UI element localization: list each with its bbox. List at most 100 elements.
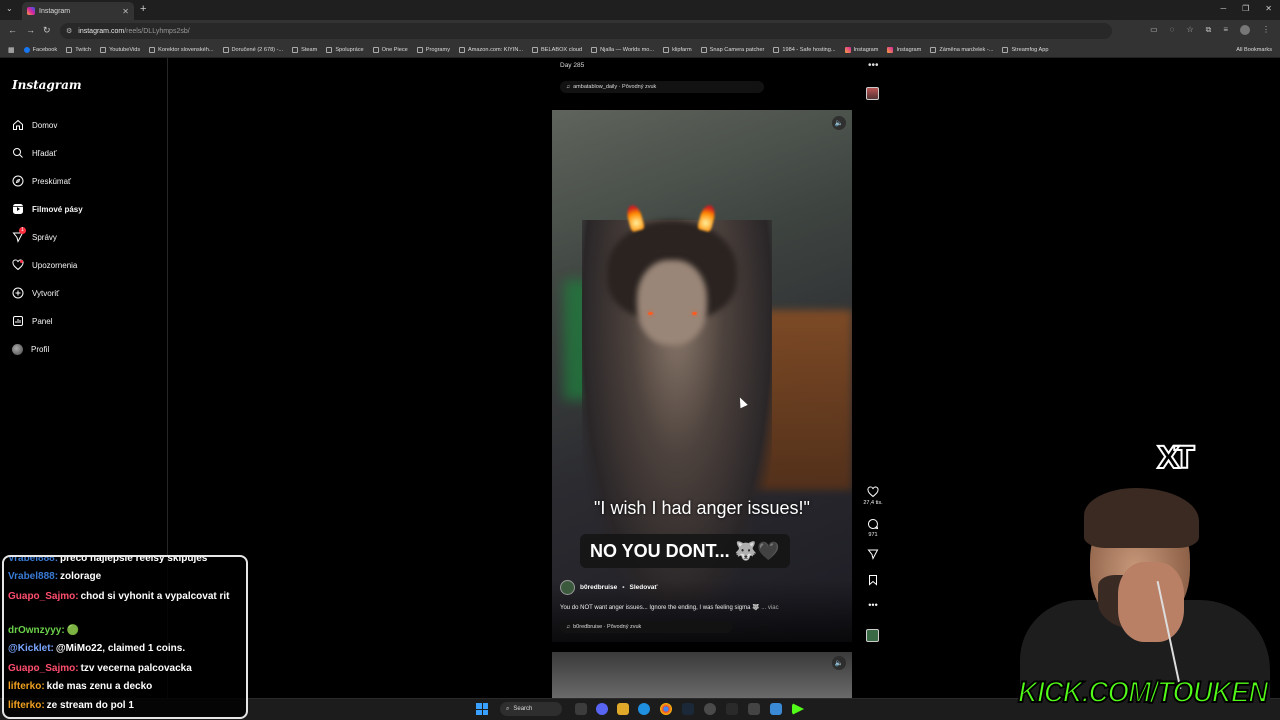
chat-message: lifterko: ze stream do pol 1 <box>8 700 134 711</box>
chat-username: Vrabel888: <box>8 571 59 582</box>
maximize-icon[interactable]: ❐ <box>1242 4 1249 13</box>
minimize-icon[interactable]: ─ <box>1220 4 1226 13</box>
bookmark-item[interactable]: One Piece <box>372 46 408 53</box>
star-icon[interactable]: ☆ <box>1186 25 1193 35</box>
browser-toolbar: ← → ↻ ⚙ instagram.com/reels/DLLyhmps2sb/… <box>0 20 1280 42</box>
reel-video[interactable]: 🔈 "I wish I had anger issues!" NO YOU DO… <box>552 110 852 642</box>
share-button[interactable] <box>858 548 888 562</box>
sidebar-item-home[interactable]: Domov <box>12 117 57 133</box>
compass-icon <box>12 175 24 187</box>
browser-tab-bar: ⌄ Instagram ✕ + ─ ❐ ✕ <box>0 0 1280 20</box>
file-explorer-icon[interactable] <box>617 703 629 715</box>
forward-icon[interactable]: → <box>26 25 35 35</box>
folder-icon <box>326 46 333 53</box>
app-icon[interactable] <box>748 703 760 715</box>
sidebar-item-profile[interactable]: Profil <box>12 341 49 357</box>
bookmark-item[interactable]: Spolupráce <box>326 46 364 53</box>
sidebar-item-explore[interactable]: Preskúmať <box>12 173 71 189</box>
url-path: /reels/DLLyhmps2sb/ <box>124 27 190 35</box>
author-avatar[interactable] <box>560 580 575 595</box>
previous-reel-audio[interactable]: ♫ ambatablow_daily · Pôvodný zvuk <box>560 81 764 93</box>
bookmark-item[interactable]: Facebook <box>23 46 57 53</box>
bookmark-item[interactable]: Korektor slovenskéh... <box>149 46 214 53</box>
save-button[interactable] <box>858 574 888 588</box>
chat-username: Guapo_Sajmo: <box>8 663 79 674</box>
bookmark-item[interactable]: Njalla — Worlds mo... <box>591 46 654 53</box>
task-view-icon[interactable] <box>575 703 587 715</box>
bookmark-item[interactable]: Doručené (2 678) -... <box>222 46 283 53</box>
obs-icon[interactable] <box>704 703 716 715</box>
bookmark-item[interactable]: Programy <box>416 46 450 53</box>
play-icon[interactable] <box>792 703 804 715</box>
reload-icon[interactable]: ↻ <box>43 25 51 36</box>
reel-description[interactable]: You do NOT want anger issues... Ignore t… <box>560 604 850 611</box>
folder-icon <box>66 46 73 53</box>
all-bookmarks[interactable]: All Bookmarks <box>1236 47 1272 53</box>
sidebar-item-create[interactable]: Vytvoriť <box>12 285 59 301</box>
address-bar[interactable]: ⚙ instagram.com/reels/DLLyhmps2sb/ <box>60 23 1112 39</box>
menu-icon[interactable]: ⋮ <box>1262 25 1270 35</box>
chat-username: drOwnzyyy: <box>8 625 65 636</box>
tab-search-icon[interactable]: ⌄ <box>6 4 13 13</box>
site-info-icon[interactable]: ⚙ <box>66 27 72 35</box>
follow-button[interactable]: Sledovať <box>630 584 658 591</box>
comment-button[interactable]: 971 <box>858 518 888 538</box>
discord-icon[interactable] <box>596 703 608 715</box>
more-link[interactable]: ... viac <box>761 605 778 611</box>
media-icon[interactable]: ≡ <box>1223 25 1228 35</box>
bookmark-item[interactable]: 1984 - Safe hosting... <box>773 46 836 53</box>
bookmark-item[interactable]: Snap Camera patcher <box>700 46 764 53</box>
more-icon[interactable]: ••• <box>858 600 888 610</box>
close-window-icon[interactable]: ✕ <box>1265 4 1272 13</box>
like-button[interactable]: 27,4 tis. <box>858 486 888 506</box>
instagram-logo[interactable]: Instagram <box>12 78 82 92</box>
steam-icon[interactable] <box>682 703 694 715</box>
sidebar-item-dashboard[interactable]: Panel <box>12 313 52 329</box>
bookmark-item[interactable]: Twitch <box>66 46 91 53</box>
volume-icon[interactable]: 🔈 <box>832 656 846 670</box>
browser-tab-instagram[interactable]: Instagram ✕ <box>22 2 134 20</box>
back-icon[interactable]: ← <box>8 25 17 35</box>
volume-icon[interactable]: 🔈 <box>832 116 846 130</box>
bookmark-item[interactable]: Steam <box>292 46 317 53</box>
bookmark-item[interactable]: Záměna manželek -... <box>930 46 993 53</box>
screen: ⌄ Instagram ✕ + ─ ❐ ✕ ← → ↻ ⚙ instagram.… <box>0 0 1280 720</box>
next-reel-video[interactable]: 🔈 <box>552 652 852 698</box>
terminal-icon[interactable] <box>726 703 738 715</box>
kick-channel-banner: KICK.COM/TOUKEN <box>1017 675 1269 710</box>
sidebar-item-search[interactable]: Hľadať <box>12 145 56 161</box>
bookmark-item[interactable]: klipfarm <box>663 46 692 53</box>
toolbar-icons: ▭ ◌ ☆ ⧉ ≡ ⋮ <box>1150 25 1270 35</box>
eye-off-icon[interactable]: ◌ <box>1170 25 1175 35</box>
sidebar-item-reels[interactable]: Filmové pásy <box>12 201 83 217</box>
bookmark-item[interactable]: Instagram <box>887 46 921 53</box>
chrome-icon[interactable] <box>660 703 672 715</box>
audio-thumbnail[interactable] <box>866 87 879 100</box>
profile-avatar[interactable] <box>1240 25 1250 35</box>
more-options-icon[interactable]: ••• <box>868 60 879 71</box>
bookmark-item[interactable]: Amazon.com: KIYIN... <box>459 46 523 53</box>
bookmark-icon <box>869 575 877 586</box>
windows-start-icon[interactable] <box>476 703 488 715</box>
notepad-icon[interactable] <box>770 703 782 715</box>
apps-icon[interactable]: ▦ <box>8 46 15 54</box>
bookmark-item[interactable]: YoutubeVids <box>100 46 140 53</box>
previous-reel-caption: Day 285 <box>560 62 585 69</box>
reel-audio-thumbnail[interactable] <box>866 629 879 642</box>
taskbar-search[interactable]: ⌕ Search <box>500 702 562 716</box>
edge-icon[interactable] <box>638 703 650 715</box>
close-tab-icon[interactable]: ✕ <box>122 7 129 16</box>
new-tab-icon[interactable]: + <box>140 3 146 15</box>
extensions-icon[interactable]: ⧉ <box>1206 25 1212 35</box>
author-username[interactable]: b0redbruise <box>580 584 617 591</box>
folder-icon <box>459 46 465 53</box>
sidebar-item-messages[interactable]: 1 Správy <box>12 227 57 245</box>
bookmark-item[interactable]: BELABOX cloud <box>532 46 582 53</box>
bookmark-item[interactable]: Instagram <box>844 46 878 53</box>
folder-icon <box>100 46 107 53</box>
reel-audio[interactable]: ♫ b0redbruise · Pôvodný zvuk <box>560 621 732 633</box>
folder-icon <box>1002 46 1009 53</box>
sidebar-item-notifications[interactable]: Upozornenia <box>12 257 77 273</box>
cast-icon[interactable]: ▭ <box>1150 25 1158 35</box>
bookmark-item[interactable]: Streamfog App <box>1002 46 1048 53</box>
